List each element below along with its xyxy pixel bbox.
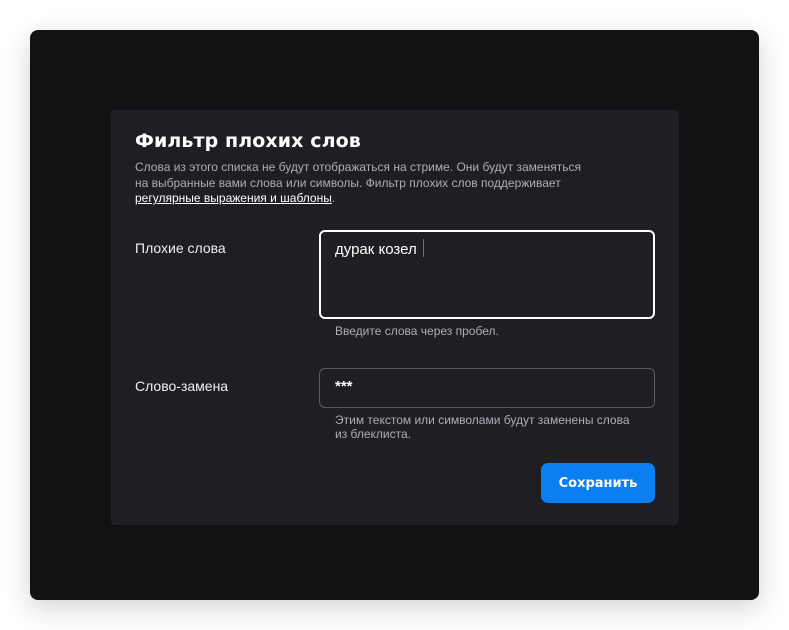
text-caret <box>422 239 424 257</box>
replacement-word-label: Слово-замена <box>135 378 229 394</box>
save-button[interactable]: Сохранить <box>541 463 655 503</box>
bad-words-textarea[interactable]: дурак козел <box>319 230 655 319</box>
regex-templates-link[interactable]: регулярные выражения и шаблоны <box>135 191 332 205</box>
replacement-word-value: *** <box>335 378 353 395</box>
card-description: Слова из этого списка не будут отображат… <box>135 160 635 207</box>
description-line-1: Слова из этого списка не будут отображат… <box>135 160 581 174</box>
bad-words-text: дурак козел <box>335 241 417 258</box>
bad-words-textarea-value: дурак козел <box>335 239 424 258</box>
app-window: Фильтр плохих слов Слова из этого списка… <box>30 30 759 600</box>
description-end: . <box>331 191 336 205</box>
bad-words-hint: Введите слова через пробел. <box>335 324 499 338</box>
card-title: Фильтр плохих слов <box>135 130 361 152</box>
replacement-word-input[interactable]: *** <box>319 368 655 408</box>
replacement-word-hint: Этим текстом или символами будут заменен… <box>335 413 630 441</box>
bad-words-filter-card: Фильтр плохих слов Слова из этого списка… <box>111 110 679 525</box>
bad-words-label: Плохие слова <box>135 240 226 256</box>
description-line-2: на выбранные вами слова или символы. Фил… <box>135 175 561 190</box>
